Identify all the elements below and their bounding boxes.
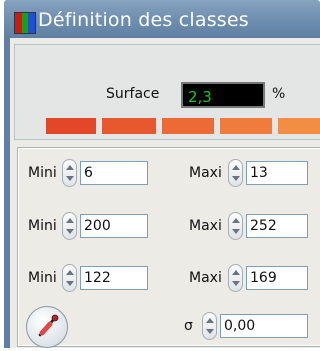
color-swatch xyxy=(220,118,272,134)
maxi-spinner[interactable] xyxy=(228,159,243,187)
app-icon-red xyxy=(15,13,22,33)
sigma-field[interactable]: 0,00 xyxy=(220,314,308,338)
color-swatch xyxy=(278,118,320,134)
mini-spinner[interactable] xyxy=(62,212,77,240)
mini-field[interactable]: 6 xyxy=(80,161,148,185)
mini-label: Mini xyxy=(28,270,57,286)
mini-field[interactable]: 122 xyxy=(80,266,148,290)
color-swatch xyxy=(102,118,156,134)
surface-label: Surface xyxy=(106,86,160,102)
color-swatch xyxy=(162,118,214,134)
maxi-field[interactable]: 169 xyxy=(246,266,308,290)
surface-value-display: 2,3 xyxy=(181,82,265,108)
title-bar[interactable]: Définition des classes xyxy=(4,0,320,38)
maxi-field[interactable]: 13 xyxy=(246,161,308,185)
pipette-button[interactable] xyxy=(26,306,68,348)
sigma-spinner[interactable] xyxy=(202,312,217,340)
maxi-label: Maxi xyxy=(189,218,222,234)
surface-unit: % xyxy=(272,86,286,102)
maxi-spinner[interactable] xyxy=(228,212,243,240)
app-icon xyxy=(14,12,36,34)
mini-label: Mini xyxy=(28,165,57,181)
maxi-label: Maxi xyxy=(189,270,222,286)
maxi-label: Maxi xyxy=(189,165,222,181)
window: Définition des classes Surface 2,3 % Min… xyxy=(0,0,320,348)
window-title: Définition des classes xyxy=(38,9,249,31)
color-swatch xyxy=(46,118,96,134)
app-icon-green xyxy=(21,13,29,33)
mini-spinner[interactable] xyxy=(62,159,77,187)
app-icon-blue xyxy=(28,13,36,33)
maxi-spinner[interactable] xyxy=(228,264,243,292)
mini-field[interactable]: 200 xyxy=(80,214,148,238)
maxi-field[interactable]: 252 xyxy=(246,214,308,238)
sigma-label: σ xyxy=(184,318,193,334)
mini-spinner[interactable] xyxy=(62,264,77,292)
pipette-icon xyxy=(38,314,59,337)
mini-label: Mini xyxy=(28,218,57,234)
